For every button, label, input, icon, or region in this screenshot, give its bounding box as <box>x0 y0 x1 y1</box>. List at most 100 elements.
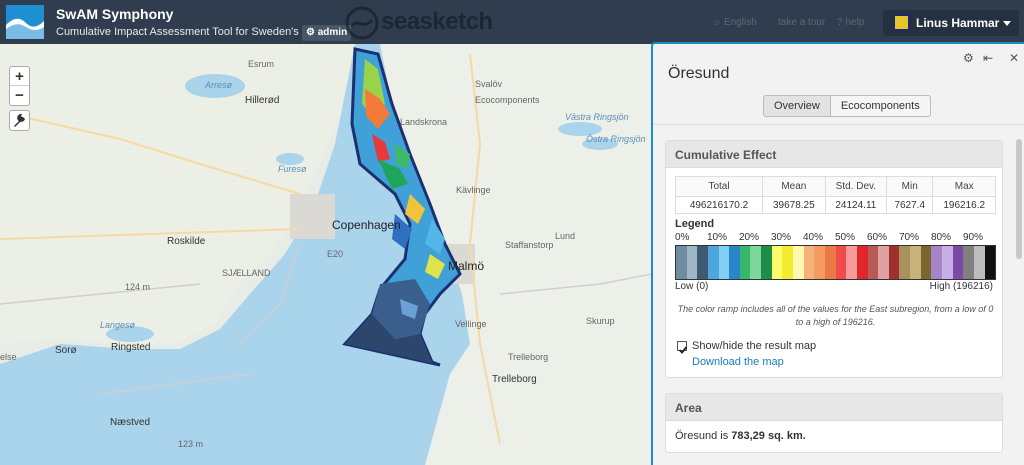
ramp-swatch <box>878 246 889 279</box>
stat-total: 496216170.2 <box>674 196 764 214</box>
percent-label: 20% <box>739 232 760 243</box>
show-map-label[interactable]: Show/hide the result map <box>692 340 816 352</box>
ramp-swatch <box>739 246 751 279</box>
map-label: Esrum <box>248 59 275 69</box>
map-label: Furesø <box>278 164 307 174</box>
stat-mean: 39678.25 <box>762 196 826 214</box>
map-label: Västra Ringsjön <box>565 112 629 122</box>
ramp-swatch <box>686 246 698 279</box>
card-heading: Area <box>666 394 1002 421</box>
caret-down-icon <box>1003 21 1011 26</box>
show-map-checkbox[interactable] <box>677 341 688 354</box>
map-label: Ringsted <box>111 342 151 353</box>
cumulative-effect-card: Cumulative Effect Total Mean Std. Dev. M… <box>665 140 1003 378</box>
map-label: Kävlinge <box>456 185 491 195</box>
ramp-swatch <box>793 246 804 279</box>
map-label: Landskrona <box>400 117 448 127</box>
ramp-swatch <box>952 246 964 279</box>
seasketch-brand: seasketch <box>345 6 505 40</box>
side-panel: ⚙ ⇤ ✕ Öresund Overview Ecocomponents Cum… <box>651 42 1024 465</box>
color-ramp <box>675 245 996 280</box>
map-label: 124 m <box>125 282 151 292</box>
area-card: Area Öresund is 783,29 sq. km. <box>665 393 1003 453</box>
ramp-swatch <box>867 246 879 279</box>
tour-link[interactable]: take a tour <box>778 17 825 28</box>
card-heading: Cumulative Effect <box>666 141 1002 168</box>
ramp-swatch <box>782 246 794 279</box>
area-value: 783,29 sq. km. <box>731 430 806 442</box>
ramp-swatch <box>888 246 900 279</box>
percent-label: 90% <box>963 232 984 243</box>
ramp-swatch <box>910 246 921 279</box>
ramp-swatch <box>931 246 943 279</box>
map-label: Lund <box>555 231 576 241</box>
ramp-swatch <box>963 246 974 279</box>
percent-label: 70% <box>899 232 920 243</box>
question-icon: ? <box>837 17 843 28</box>
avatar <box>893 14 910 31</box>
seasketch-logo-icon <box>345 6 379 40</box>
gear-icon[interactable]: ⚙ <box>963 51 974 65</box>
ramp-swatch <box>899 246 911 279</box>
map-label: Trelleborg <box>508 352 549 362</box>
percent-label: 10% <box>707 232 728 243</box>
wrench-icon[interactable] <box>9 110 30 131</box>
map-label: Staffanstorp <box>505 240 554 250</box>
percent-label: 40% <box>803 232 824 243</box>
map-canvas[interactable]: Esrum Arresø Hillerød Landskrona Svalöv … <box>0 44 652 465</box>
area-prefix: Öresund is <box>675 430 732 442</box>
percent-label: 30% <box>771 232 792 243</box>
language-label: English <box>723 17 757 28</box>
stats-table: Total Mean Std. Dev. Min Max 496216170.2… <box>674 176 996 214</box>
help-label: help <box>845 17 865 28</box>
map-label: Ecocomponents <box>475 95 540 105</box>
globe-icon: ☼ <box>712 17 722 28</box>
popout-icon[interactable]: ⇤ <box>983 51 993 65</box>
divider <box>653 124 1024 125</box>
scrollbar[interactable] <box>1016 139 1022 259</box>
ramp-swatch <box>771 246 783 279</box>
help-link[interactable]: ? help <box>837 17 864 28</box>
ramp-swatch <box>676 246 687 279</box>
column-header: Max <box>932 176 996 197</box>
map-label: Sorø <box>55 345 77 356</box>
map-label: Hillerød <box>245 95 280 106</box>
basemap <box>0 44 652 465</box>
column-header: Min <box>886 176 934 197</box>
admin-label: admin <box>317 27 348 38</box>
map-label: Skurup <box>586 316 615 326</box>
download-map-link[interactable]: Download the map <box>692 356 784 368</box>
map-label: SJÆLLAND <box>222 268 271 278</box>
percent-label: 50% <box>835 232 856 243</box>
user-name: Linus Hammar <box>916 16 1000 30</box>
panel-title: Öresund <box>668 65 730 82</box>
map-label: Copenhagen <box>332 218 401 232</box>
map-label: else <box>0 352 17 362</box>
ramp-swatch <box>856 246 868 279</box>
percent-label: 0% <box>675 232 690 243</box>
ramp-swatch <box>718 246 730 279</box>
zoom-control: + − <box>9 66 30 106</box>
gear-icon: ⚙ <box>306 27 315 38</box>
user-menu-button[interactable]: Linus Hammar <box>883 10 1019 36</box>
map-label: Svalöv <box>475 79 503 89</box>
map-label: Arresø <box>205 80 232 90</box>
area-text: Öresund is 783,29 sq. km. <box>675 430 806 442</box>
brand-text: seasketch <box>381 8 493 35</box>
ramp-swatch <box>984 246 996 279</box>
map-label: Vellinge <box>455 319 487 329</box>
ramp-note: The color ramp includes all of the value… <box>677 304 994 327</box>
map-label: 123 m <box>178 439 204 449</box>
admin-badge[interactable]: ⚙ admin <box>302 25 352 41</box>
ramp-swatch <box>707 246 719 279</box>
map-label: E20 <box>327 249 344 259</box>
ramp-swatch <box>697 246 708 279</box>
zoom-out-button[interactable]: − <box>10 86 29 105</box>
tab-overview[interactable]: Overview <box>763 95 831 117</box>
language-link[interactable]: ☼ English <box>712 17 757 28</box>
tab-ecocomponents[interactable]: Ecocomponents <box>830 95 931 117</box>
wave-logo-icon[interactable] <box>6 5 44 39</box>
close-icon[interactable]: ✕ <box>1009 51 1019 65</box>
check-icon <box>678 346 688 354</box>
zoom-in-button[interactable]: + <box>10 67 29 86</box>
